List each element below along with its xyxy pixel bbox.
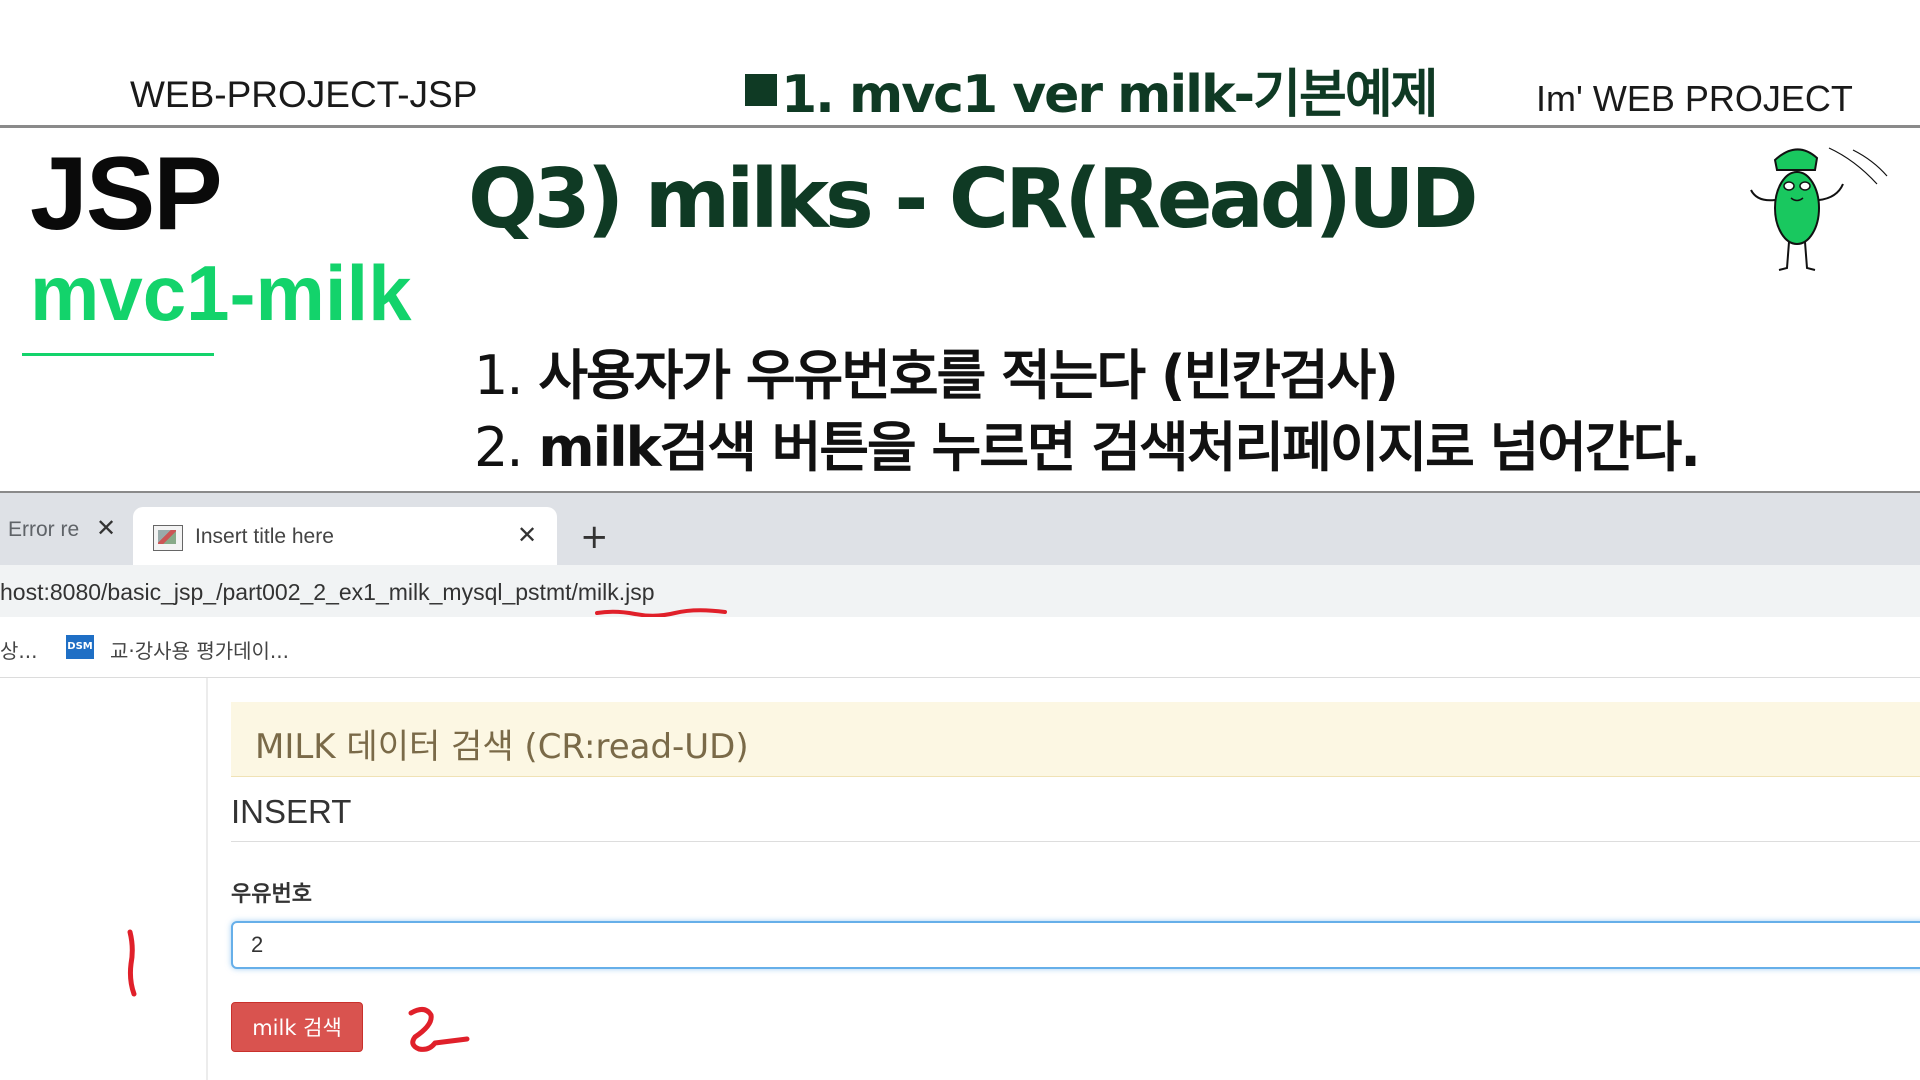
header-divider <box>0 125 1920 128</box>
annotation-mark-1 <box>127 929 137 997</box>
tab-error-label: Error re <box>8 518 80 541</box>
close-icon[interactable]: ✕ <box>96 514 116 543</box>
tab-insert-title[interactable]: Insert title here ✕ <box>133 507 557 565</box>
slide-header: WEB-PROJECT-JSP 1. mvc1 ver milk-기본예제 Im… <box>0 0 1920 128</box>
browser-window: Error re ✕ Insert title here ✕ + host:80… <box>0 493 1920 1080</box>
header-center-text: 1. mvc1 ver milk-기본예제 <box>781 65 1438 125</box>
header-right-label: Im' WEB PROJECT <box>1536 78 1853 119</box>
step-item: 1. 사용자가 우유번호를 적는다 (빈칸검사) <box>474 340 1699 412</box>
address-bar[interactable]: host:8080/basic_jsp_/part002_2_ex1_milk_… <box>0 565 1920 618</box>
tab-error[interactable]: Error re ✕ <box>0 510 125 550</box>
step-text: 사용자가 우유번호를 적는다 (빈칸검사) <box>538 344 1399 407</box>
square-bullet-icon <box>745 74 777 106</box>
close-icon[interactable]: ✕ <box>517 521 537 549</box>
bookmark-item[interactable]: 교·강사용 평가데이... <box>110 635 289 664</box>
slide-subtitle: mvc1-milk <box>30 249 412 337</box>
tab-active-label: Insert title here <box>195 525 334 548</box>
milk-number-input[interactable] <box>231 921 1920 969</box>
step-number: 1. <box>474 344 524 407</box>
left-column-divider <box>206 678 208 1080</box>
section-rule <box>231 841 1920 842</box>
page-content: MILK 데이터 검색 (CR:read-UD) INSERT 우유번호 mil… <box>0 678 1920 1080</box>
annotation-mark-2 <box>408 1007 470 1052</box>
step-number: 2. <box>474 416 524 479</box>
address-url[interactable]: host:8080/basic_jsp_/part002_2_ex1_milk_… <box>0 579 655 606</box>
tab-strip: Error re ✕ Insert title here ✕ + <box>0 493 1920 565</box>
page-banner: MILK 데이터 검색 (CR:read-UD) <box>231 702 1920 777</box>
header-center-title: 1. mvc1 ver milk-기본예제 <box>745 52 1438 127</box>
dsm-bookmark-icon: DSM <box>66 635 94 659</box>
new-tab-button[interactable]: + <box>580 517 609 557</box>
jsp-mascot-icon <box>1750 147 1888 271</box>
banner-title: MILK 데이터 검색 (CR:read-UD) <box>255 727 749 767</box>
subtitle-underline <box>22 353 214 356</box>
header-left-label: WEB-PROJECT-JSP <box>130 74 478 115</box>
bookmarks-bar: 상... DSM 교·강사용 평가데이... <box>0 617 1920 678</box>
step-list: 1. 사용자가 우유번호를 적는다 (빈칸검사) 2. milk검색 버튼을 누… <box>474 340 1701 484</box>
bookmark-item[interactable]: 상... <box>0 635 37 664</box>
slide-title: JSP <box>30 136 223 252</box>
step-text: milk검색 버튼을 누르면 검색처리페이지로 넘어간다. <box>538 416 1701 479</box>
milk-number-label: 우유번호 <box>231 882 312 907</box>
milk-search-button[interactable]: milk 검색 <box>231 1002 363 1052</box>
page-favicon-icon <box>153 525 183 551</box>
section-title: INSERT <box>231 793 352 830</box>
question-title: Q3) milks - CR(Read)UD <box>468 152 1479 247</box>
step-item: 2. milk검색 버튼을 누르면 검색처리페이지로 넘어간다. <box>474 412 1701 484</box>
